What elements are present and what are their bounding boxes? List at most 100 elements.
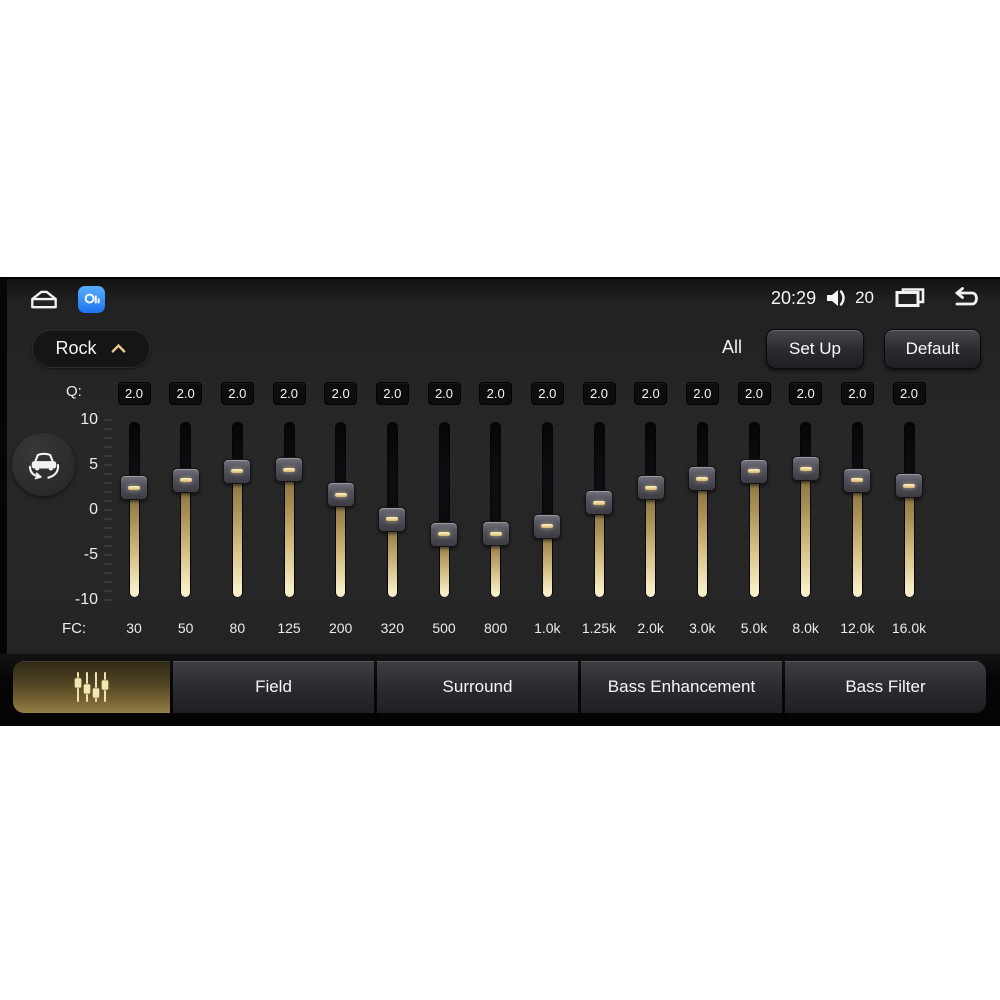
freq-label: 30 [126, 620, 142, 636]
tab-bass-enhancement[interactable]: Bass Enhancement [581, 661, 782, 713]
freq-label: 5.0k [740, 620, 768, 636]
eq-slider-fill [852, 479, 862, 597]
scale-tick [104, 455, 112, 457]
scale-tick [104, 599, 112, 601]
freq-label: 200 [328, 620, 353, 636]
tab-field[interactable]: Field [173, 661, 374, 713]
eq-slider-thumb[interactable] [481, 521, 510, 546]
eq-slider-thumb[interactable] [791, 456, 820, 482]
scale-label: -5 [83, 546, 98, 563]
freq-label: 8.0k [792, 620, 819, 636]
thumb-grip-mark [489, 531, 502, 536]
q-row-label: Q: [66, 383, 82, 400]
back-icon[interactable] [950, 286, 982, 310]
freq-label: 12.0k [840, 620, 875, 636]
q-value-badge[interactable]: 2.0 [375, 382, 409, 405]
car-surround-icon [23, 446, 65, 484]
thumb-grip-mark [334, 492, 347, 497]
chevron-up-icon [110, 343, 127, 354]
eq-slider-fill [749, 470, 759, 597]
q-value-badge[interactable]: 2.0 [582, 382, 616, 405]
scale-tick [104, 518, 112, 520]
scale-tick [104, 590, 112, 592]
eq-slider-thumb[interactable] [378, 506, 407, 532]
preset-label: Rock [55, 338, 97, 358]
eq-slider-fill [697, 477, 707, 597]
scale-tick [104, 509, 112, 511]
q-value-badge[interactable]: 2.0 [892, 382, 926, 405]
tab-surround[interactable]: Surround [377, 661, 578, 713]
freq-label: 125 [277, 620, 301, 636]
eq-slider-thumb[interactable] [895, 473, 923, 499]
eq-slider-thumb[interactable] [430, 521, 458, 547]
q-value-badge[interactable]: 2.0 [840, 382, 874, 405]
eq-slider-thumb[interactable] [740, 458, 768, 484]
freq-label: 800 [483, 620, 508, 636]
eq-slider-thumb[interactable] [171, 467, 200, 493]
thumb-grip-mark [851, 478, 864, 483]
recent-apps-icon[interactable] [894, 286, 926, 310]
q-value-badge[interactable]: 2.0 [117, 382, 151, 405]
fc-row-label: FC: [62, 620, 87, 637]
scale-tick [104, 437, 112, 439]
thumb-grip-mark [386, 517, 399, 522]
eq-slider-thumb[interactable] [275, 457, 303, 483]
thumb-grip-mark [283, 467, 295, 472]
q-value-badge[interactable]: 2.0 [789, 382, 823, 405]
eq-slider-thumb[interactable] [120, 475, 148, 501]
speaker-icon[interactable] [825, 287, 849, 309]
home-icon[interactable] [26, 287, 62, 313]
eq-slider-fill [594, 501, 604, 597]
scale-tick [104, 419, 112, 421]
default-button[interactable]: Default [884, 329, 981, 369]
freq-label: 80 [229, 620, 246, 636]
freq-label: 50 [177, 620, 194, 636]
q-value-badge[interactable]: 2.0 [324, 382, 358, 405]
eq-slider-thumb[interactable] [636, 475, 665, 501]
scale-tick [104, 446, 112, 448]
eq-slider-thumb[interactable] [585, 490, 613, 516]
equalizer-app-icon[interactable] [78, 286, 105, 313]
thumb-grip-mark [748, 469, 760, 474]
eq-slider-fill [336, 493, 346, 597]
eq-slider-thumb[interactable] [223, 458, 252, 484]
setup-button[interactable]: Set Up [766, 329, 864, 369]
clock: 20:29 [771, 287, 817, 308]
status-bar: 20:29 20 [0, 283, 1000, 315]
scale-label: 0 [89, 501, 98, 518]
eq-slider-fill [904, 484, 914, 597]
thumb-grip-mark [593, 500, 605, 505]
volume-level: 20 [855, 288, 874, 307]
sound-field-button[interactable] [12, 433, 75, 496]
thumb-grip-mark [696, 476, 709, 481]
eq-slider-thumb[interactable] [843, 467, 872, 493]
thumb-grip-mark [231, 469, 244, 474]
all-toggle[interactable]: All [722, 337, 742, 358]
tab-bass-filter[interactable]: Bass Filter [785, 661, 986, 713]
eq-slider-fill [284, 468, 294, 597]
bottom-tab-strip: Field Surround Bass Enhancement Bass Fil… [0, 654, 1000, 726]
scale-tick [104, 536, 112, 538]
preset-dropdown[interactable]: Rock [32, 329, 150, 368]
q-value-badge[interactable]: 2.0 [634, 382, 668, 405]
q-value-badge[interactable]: 2.0 [737, 382, 771, 405]
q-value-badge[interactable]: 2.0 [272, 382, 306, 405]
tab-equalizer[interactable] [13, 661, 170, 713]
q-value-badge[interactable]: 2.0 [427, 382, 461, 405]
q-value-badge[interactable]: 2.0 [685, 382, 719, 405]
eq-slider-thumb[interactable] [533, 513, 562, 539]
freq-label: 1.25k [581, 620, 617, 636]
scale-tick [104, 572, 112, 574]
eq-slider-thumb[interactable] [326, 482, 355, 508]
equalizer-sliders-icon [70, 670, 114, 704]
q-value-badge[interactable]: 2.0 [169, 382, 203, 405]
scale-tick [104, 428, 112, 430]
q-value-badge[interactable]: 2.0 [530, 382, 564, 405]
q-value-badge[interactable]: 2.0 [220, 382, 254, 405]
scale-tick [104, 482, 112, 484]
scale-tick [104, 473, 112, 475]
q-value-badge[interactable]: 2.0 [479, 382, 513, 405]
eq-slider-thumb[interactable] [688, 466, 717, 492]
eq-slider-fill [129, 486, 139, 597]
scale-tick [104, 545, 112, 547]
